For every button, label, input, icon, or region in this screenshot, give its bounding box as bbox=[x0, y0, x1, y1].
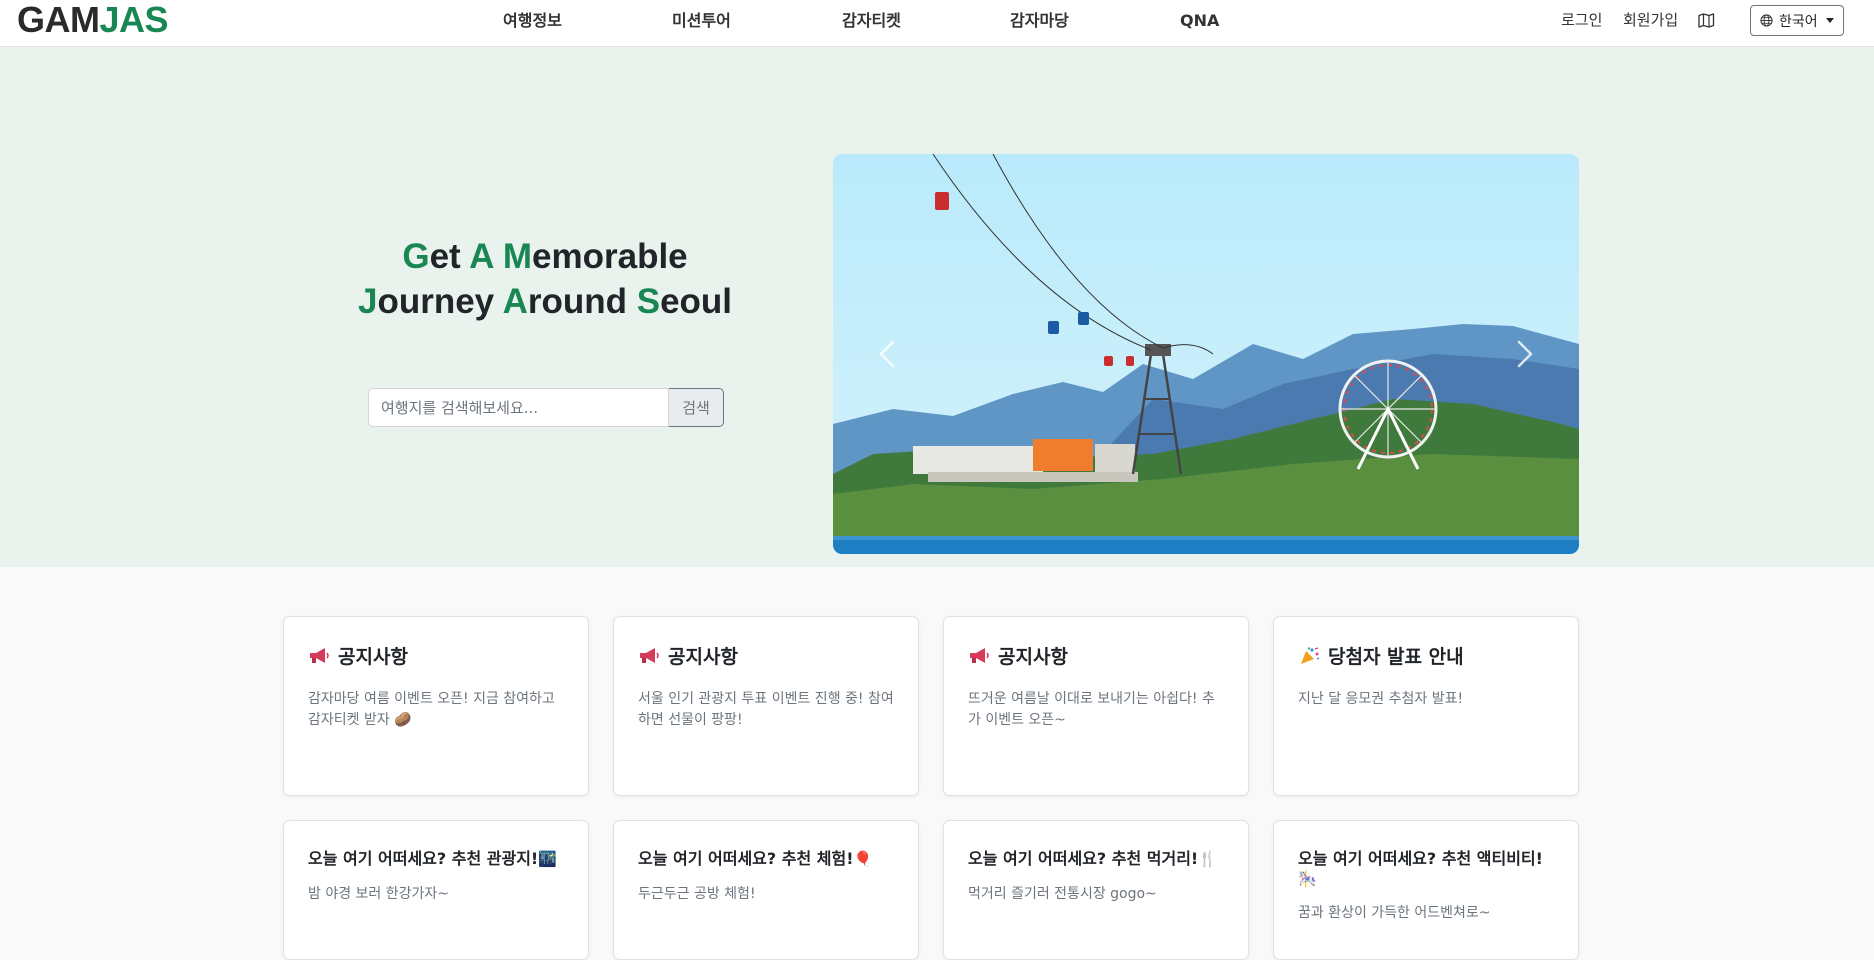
balloon-icon: 🎈 bbox=[853, 850, 873, 868]
notice-card[interactable]: 공지사항 서울 인기 관광지 투표 이벤트 진행 중! 참여하면 선물이 팡팡! bbox=[613, 616, 919, 796]
login-link[interactable]: 로그인 bbox=[1561, 10, 1602, 30]
notice-card[interactable]: 공지사항 뜨거운 여름날 이대로 보내기는 아쉽다! 추가 이벤트 오픈~ bbox=[943, 616, 1249, 796]
hero-title-line-2: Journey Around Seoul bbox=[357, 282, 733, 321]
recommend-food-card[interactable]: 오늘 여기 어떠세요? 추천 먹거리!🍴 먹거리 즐기러 전통시장 gogo~ bbox=[943, 820, 1249, 960]
megaphone-icon bbox=[640, 647, 659, 663]
card-description: 지난 달 응모권 추첨자 발표! bbox=[1298, 691, 1464, 707]
card-title: 오늘 여기 어떠세요? 추천 체험!🎈 bbox=[638, 849, 873, 868]
nav-potato-ticket[interactable]: 감자티켓 bbox=[842, 11, 901, 31]
language-label: 한국어 bbox=[1779, 13, 1818, 30]
hero-section: Get A Memorable Journey Around Seoul 검색 bbox=[0, 47, 1874, 567]
winner-announcement-card[interactable]: 당첨자 발표 안내 지난 달 응모권 추첨자 발표! bbox=[1273, 616, 1579, 796]
recommend-attraction-card[interactable]: 오늘 여기 어떠세요? 추천 관광지!🌃 밤 야경 보러 한강가자~ bbox=[283, 820, 589, 960]
card-description: 먹거리 즐기러 전통시장 gogo~ bbox=[968, 886, 1157, 902]
card-description: 꿈과 환상이 가득한 어드벤쳐로~ bbox=[1298, 905, 1491, 921]
megaphone-icon bbox=[310, 647, 329, 663]
notice-card[interactable]: 공지사항 감자마당 여름 이벤트 오픈! 지금 참여하고 감자티켓 받자 🥔 bbox=[283, 616, 589, 796]
recommend-experience-card[interactable]: 오늘 여기 어떠세요? 추천 체험!🎈 두근두근 공방 체험! bbox=[613, 820, 919, 960]
carousel-next-icon[interactable] bbox=[1509, 336, 1539, 372]
card-title: 오늘 여기 어떠세요? 추천 먹거리!🍴 bbox=[968, 849, 1217, 868]
card-description: 두근두근 공방 체험! bbox=[638, 886, 756, 902]
globe-icon bbox=[1760, 14, 1773, 27]
map-icon[interactable] bbox=[1698, 13, 1715, 28]
card-description: 서울 인기 관광지 투표 이벤트 진행 중! 참여하면 선물이 팡팡! bbox=[638, 691, 894, 728]
language-dropdown[interactable]: 한국어 bbox=[1750, 5, 1844, 36]
nav-qna[interactable]: QNA bbox=[1180, 11, 1219, 31]
card-title: 당첨자 발표 안내 bbox=[1328, 646, 1464, 668]
megaphone-icon bbox=[970, 647, 989, 663]
carousel-horse-icon: 🎠 bbox=[1298, 870, 1317, 888]
card-title: 오늘 여기 어떠세요? 추천 액티비티! 🎠 bbox=[1298, 849, 1543, 888]
search-button[interactable]: 검색 bbox=[669, 388, 724, 427]
caret-down-icon bbox=[1825, 18, 1834, 23]
carousel-prev-icon[interactable] bbox=[873, 336, 903, 372]
hero-title-line-1: Get A Memorable bbox=[402, 237, 688, 276]
signup-link[interactable]: 회원가입 bbox=[1623, 10, 1678, 30]
confetti-icon bbox=[1301, 646, 1320, 664]
nav-mission-tour[interactable]: 미션투어 bbox=[672, 11, 731, 31]
card-title: 공지사항 bbox=[668, 646, 738, 668]
card-section: 공지사항 감자마당 여름 이벤트 오픈! 지금 참여하고 감자티켓 받자 🥔 공… bbox=[0, 567, 1874, 960]
nav-potato-yard[interactable]: 감자마당 bbox=[1010, 11, 1069, 31]
card-description: 감자마당 여름 이벤트 오픈! 지금 참여하고 감자티켓 받자 🥔 bbox=[308, 691, 555, 728]
gamjas-logo[interactable]: GAMJAS bbox=[17, 0, 169, 40]
fork-knife-icon: 🍴 bbox=[1198, 850, 1217, 868]
card-title: 공지사항 bbox=[998, 646, 1068, 668]
search-bar: 검색 bbox=[368, 388, 724, 427]
night-city-icon: 🌃 bbox=[538, 850, 557, 868]
card-title: 오늘 여기 어떠세요? 추천 관광지!🌃 bbox=[308, 849, 557, 868]
carousel-image-cable-car bbox=[833, 154, 1579, 554]
nav-travel-info[interactable]: 여행정보 bbox=[503, 11, 562, 31]
top-navbar: GAMJAS 여행정보 미션투어 감자티켓 감자마당 QNA 로그인 회원가입 … bbox=[0, 0, 1874, 47]
search-input[interactable] bbox=[368, 388, 669, 427]
card-description: 밤 야경 보러 한강가자~ bbox=[308, 886, 450, 902]
hero-title: Get A Memorable Journey Around Seoul bbox=[340, 234, 750, 324]
image-carousel bbox=[833, 154, 1579, 554]
recommend-activity-card[interactable]: 오늘 여기 어떠세요? 추천 액티비티! 🎠 꿈과 환상이 가득한 어드벤쳐로~ bbox=[1273, 820, 1579, 960]
card-title: 공지사항 bbox=[338, 646, 408, 668]
card-description: 뜨거운 여름날 이대로 보내기는 아쉽다! 추가 이벤트 오픈~ bbox=[968, 691, 1215, 728]
